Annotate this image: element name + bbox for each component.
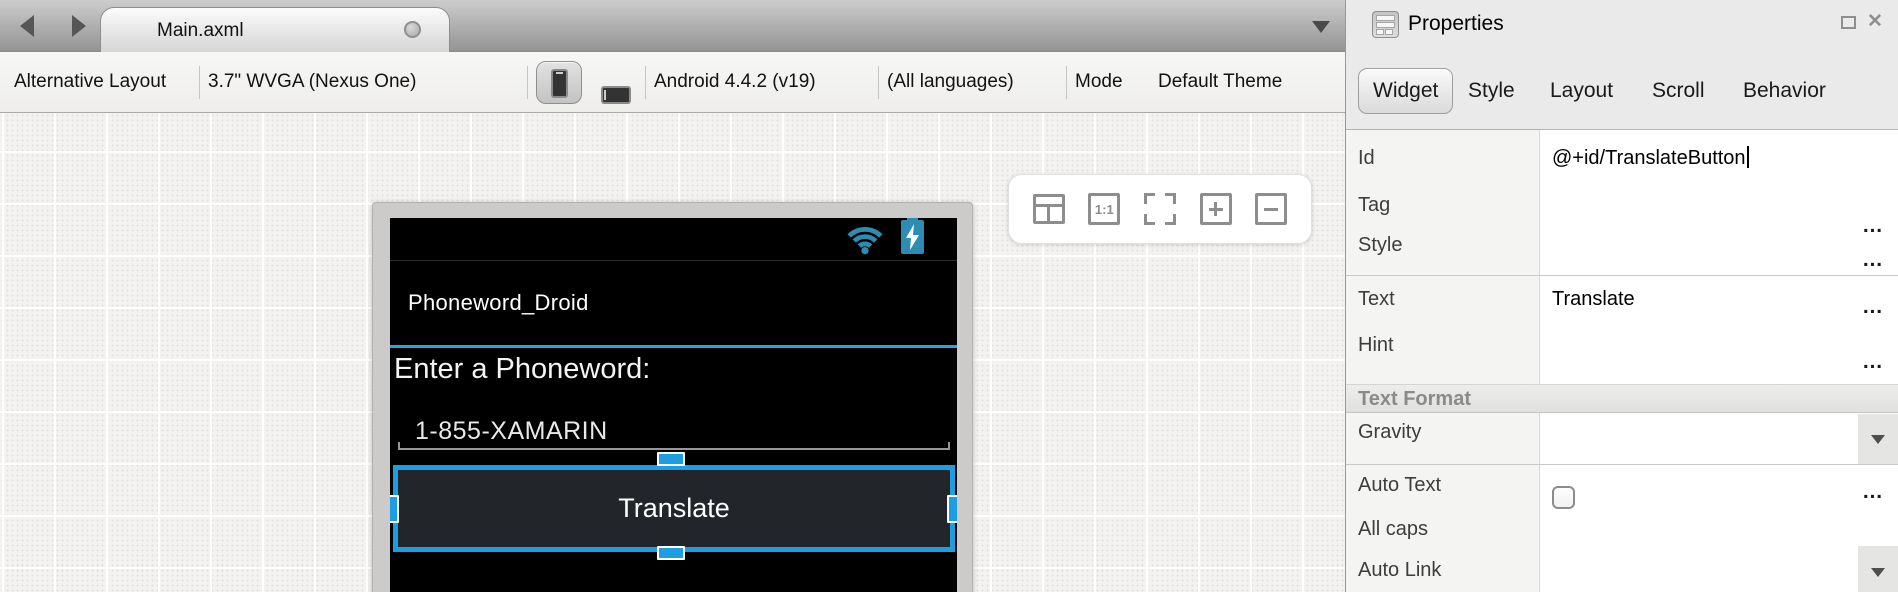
chevron-down-icon	[1871, 568, 1885, 577]
prop-label-text: Text	[1358, 288, 1395, 311]
navigate-forward-icon[interactable]	[72, 15, 86, 37]
phoneword-prompt-textview[interactable]: Enter a Phoneword:	[394, 353, 650, 386]
properties-tab-strip: Widget Style Layout Scroll Behavior	[1346, 68, 1898, 116]
prop-value-text[interactable]: Translate	[1552, 288, 1635, 311]
portrait-orientation-button[interactable]	[536, 61, 582, 104]
tab-widget[interactable]: Widget	[1358, 68, 1453, 114]
gravity-dropdown[interactable]	[1858, 414, 1898, 464]
tab-main-axml[interactable]: Main.axml	[100, 7, 450, 52]
document-tab-bar: Main.axml	[0, 0, 1345, 52]
actionbar-accent-line	[390, 345, 957, 348]
xamarin-designer-window: Main.axml Alternative Layout 3.7" WVGA (…	[0, 0, 1898, 592]
mode-selector[interactable]: Mode	[1075, 52, 1123, 112]
canvas-zoom-toolbar: 1:1	[1008, 174, 1312, 244]
edittext-underline	[398, 442, 950, 450]
section-title: Text Format	[1358, 388, 1471, 411]
design-canvas[interactable]: Phoneword_Droid Enter a Phoneword: 1-855…	[0, 113, 1345, 592]
float-pad-icon[interactable]	[1841, 16, 1856, 29]
section-text-format: Text Format	[1346, 384, 1898, 413]
navigate-back-icon[interactable]	[20, 15, 34, 37]
properties-pad-icon	[1372, 11, 1399, 38]
text-caret	[1747, 146, 1749, 168]
selection-handle-left[interactable]	[390, 495, 399, 523]
designer-toolbar: Alternative Layout 3.7" WVGA (Nexus One)…	[0, 52, 1345, 113]
prop-more-text-button[interactable]: …	[1862, 295, 1884, 319]
prop-value-id[interactable]: @+id/TranslateButton	[1552, 146, 1749, 170]
theme-selector[interactable]: Default Theme	[1158, 52, 1282, 112]
fit-to-view-icon[interactable]	[1144, 193, 1176, 225]
prop-label-tag: Tag	[1358, 194, 1390, 217]
prop-label-hint: Hint	[1358, 334, 1394, 357]
toolbar-separator	[1066, 66, 1067, 99]
selection-handle-bottom[interactable]	[657, 546, 685, 560]
tab-title: Main.axml	[157, 20, 244, 42]
row-divider	[1346, 464, 1898, 465]
device-frame: Phoneword_Droid Enter a Phoneword: 1-855…	[372, 202, 973, 592]
properties-panel-header: Properties ✕	[1346, 0, 1898, 48]
toolbar-separator	[645, 66, 646, 99]
auto-text-checkbox[interactable]	[1552, 486, 1575, 509]
prop-more-tag-button[interactable]: …	[1862, 214, 1884, 238]
wifi-icon	[845, 223, 885, 255]
tab-list-dropdown-icon[interactable]	[1312, 21, 1330, 33]
android-status-bar	[390, 218, 957, 261]
app-title: Phoneword_Droid	[408, 290, 589, 316]
auto-link-dropdown[interactable]	[1858, 546, 1898, 592]
selection-handle-right[interactable]	[947, 495, 957, 523]
tab-scroll[interactable]: Scroll	[1652, 68, 1705, 114]
language-selector[interactable]: (All languages)	[887, 52, 1014, 112]
device-selector[interactable]: 3.7" WVGA (Nexus One)	[208, 52, 416, 112]
property-grid: Id @+id/TranslateButton Tag … Style … Te…	[1346, 129, 1898, 592]
prop-label-auto-text: Auto Text	[1358, 474, 1441, 497]
tab-style[interactable]: Style	[1468, 68, 1515, 114]
panel-title: Properties	[1408, 12, 1504, 36]
toolbar-separator	[878, 66, 879, 99]
android-version-selector[interactable]: Android 4.4.2 (v19)	[654, 52, 816, 112]
close-pad-icon[interactable]: ✕	[1867, 10, 1883, 33]
prop-label-style: Style	[1358, 234, 1402, 257]
toolbar-separator	[199, 66, 200, 99]
chevron-down-icon	[1871, 435, 1885, 444]
toolbar-separator	[527, 66, 528, 99]
landscape-orientation-button[interactable]	[601, 86, 631, 104]
translate-button-selected[interactable]: Translate	[393, 465, 955, 552]
zoom-in-icon[interactable]	[1200, 193, 1232, 225]
prop-more-auto-text-button[interactable]: …	[1862, 480, 1884, 504]
selection-handle-top[interactable]	[657, 452, 685, 466]
properties-panel: Properties ✕ Widget Style Layout Scroll …	[1345, 0, 1898, 592]
actual-size-label: 1:1	[1095, 202, 1114, 217]
split-editor-icon[interactable]	[1033, 194, 1065, 224]
prop-label-id: Id	[1358, 147, 1375, 170]
translate-button-label: Translate	[398, 493, 950, 524]
tab-close-indicator-icon[interactable]	[404, 21, 421, 38]
prop-label-auto-link: Auto Link	[1358, 559, 1441, 582]
actual-size-icon[interactable]: 1:1	[1088, 193, 1120, 225]
prop-more-hint-button[interactable]: …	[1862, 350, 1884, 374]
prop-label-all-caps: All caps	[1358, 518, 1428, 541]
zoom-out-icon[interactable]	[1255, 193, 1287, 225]
alternative-layout-selector[interactable]: Alternative Layout	[14, 52, 166, 112]
row-divider	[1346, 275, 1898, 276]
prop-more-style-button[interactable]: …	[1862, 248, 1884, 272]
portrait-phone-icon	[551, 69, 568, 98]
tab-layout[interactable]: Layout	[1550, 68, 1613, 114]
battery-charging-icon	[901, 220, 924, 254]
tab-behavior[interactable]: Behavior	[1743, 68, 1826, 114]
prop-label-gravity: Gravity	[1358, 421, 1421, 444]
device-screen[interactable]: Phoneword_Droid Enter a Phoneword: 1-855…	[390, 218, 957, 592]
